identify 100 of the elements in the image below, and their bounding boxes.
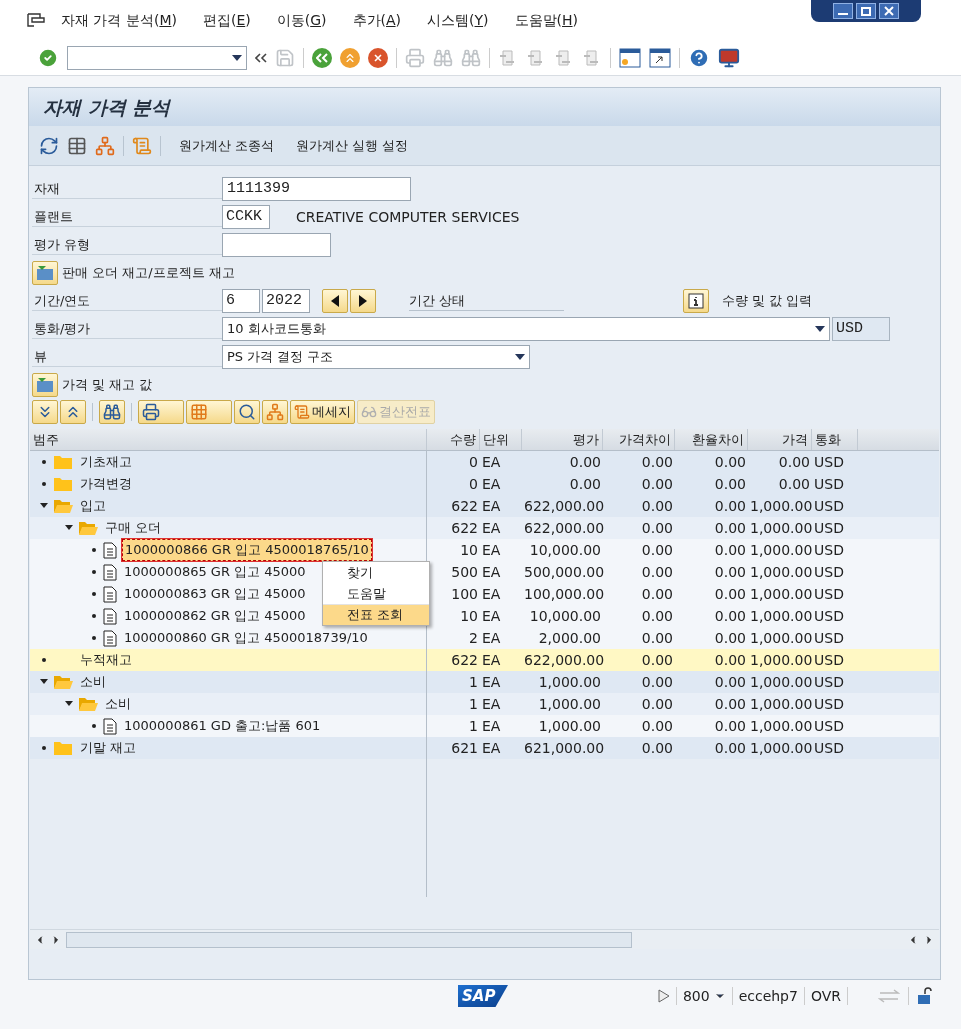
tree-node-label[interactable]: 가격변경 [78,474,134,494]
table-cell-text: 0.00 [713,650,747,670]
table-cell-text: EA [481,694,502,714]
dropdown-icon[interactable] [232,54,242,61]
tree-node-label[interactable]: 1000000862 GR 입고 45000 [122,606,308,626]
monitor-icon[interactable] [718,46,740,69]
info-button[interactable] [683,289,709,313]
details-button[interactable] [234,400,260,424]
column-header[interactable]: 평가 [522,429,603,450]
table-cell-text: 621 [450,738,479,758]
tree-node-label[interactable]: 기초재고 [78,452,134,472]
double-chevron-icon[interactable] [255,52,267,63]
material-field[interactable]: 1111399 [222,177,411,201]
table-cell-text: USD [813,518,845,538]
print-button[interactable] [138,400,184,424]
page-title: 자재 가격 분석 [43,94,171,120]
view-dropdown[interactable]: PS 가격 결정 구조 [222,345,530,369]
table-cell-text: EA [481,474,502,494]
tree-node-label[interactable]: 1000000860 GR 입고 4500018739/10 [122,628,370,648]
column-header[interactable]: 가격차이 [603,429,675,450]
expander-icon[interactable] [65,700,73,708]
table-cell-text: EA [481,672,502,692]
table-cell-text: EA [481,628,502,648]
shortcut-icon[interactable] [649,47,671,68]
grid-toolbar-button[interactable]: 메세지 [290,400,355,424]
table-cell-text: 0.00 [713,496,747,516]
expander-icon[interactable] [40,502,48,510]
tree-node-label[interactable]: 1000000863 GR 입고 45000 [122,584,308,604]
table-icon[interactable] [67,135,87,156]
year-field[interactable]: 2022 [262,289,310,313]
previous-period-button[interactable] [322,289,348,313]
context-menu-item[interactable]: 찾기 [323,562,429,583]
column-header[interactable]: 환율차이 [675,429,748,450]
table-cell-text: USD [813,540,845,560]
tree-node-label[interactable]: 입고 [78,496,108,516]
tree-node-label[interactable]: 기말 재고 [78,738,139,758]
column-header[interactable]: 통화 [812,429,858,450]
bullet-icon [42,658,46,662]
column-header[interactable]: 수량 [427,429,480,450]
period-field[interactable]: 6 [222,289,260,313]
currency-dropdown[interactable]: 10 회사코드통화 [222,317,830,341]
layout-button[interactable] [186,400,232,424]
lock-icon[interactable] [917,987,933,1005]
table-cell-text: 622,000.00 [523,650,603,670]
back-icon[interactable] [312,47,332,68]
scrollbar-thumb[interactable] [66,931,632,948]
toolbar-button[interactable]: 원가계산 실행 설정 [296,135,409,156]
minimize-icon[interactable] [833,3,853,19]
sap-logo: SAP [458,985,508,1007]
table-cell-text: 0.00 [640,474,674,494]
find-button[interactable] [99,400,125,424]
valuation-type-field[interactable] [222,233,331,257]
expand-all-button[interactable] [32,400,58,424]
tree-node-label[interactable]: 소비 [103,694,133,714]
find-icon [103,403,121,421]
column-header[interactable]: 단위 [480,429,522,450]
context-menu-item[interactable]: 전표 조회 [323,604,429,625]
menu-item[interactable]: 이동(G) [276,9,327,31]
tree-node-label[interactable]: 1000000861 GD 출고:납품 601 [122,716,323,736]
cancel-icon[interactable] [368,47,388,68]
column-header[interactable]: 가격 [748,429,812,450]
hierarchy-icon[interactable] [95,135,115,156]
bullet-icon [92,636,96,640]
table-cell-text: EA [481,518,502,538]
menu-item[interactable]: 자재 가격 분석(M) [61,9,177,31]
menu-item[interactable]: 도움말(H) [514,9,578,31]
table-cell-text: 1 [468,672,479,692]
table-cell-text: 10 [459,540,479,560]
column-header[interactable]: 범주 [30,429,427,450]
left-triangle-icon [331,295,339,307]
command-field[interactable] [67,45,247,70]
table-cell-text: 0.00 [568,474,602,494]
expand-section-button[interactable] [32,261,58,285]
collapse-all-button[interactable] [60,400,86,424]
close-icon[interactable] [879,3,899,19]
help-icon[interactable] [688,46,710,69]
expander-icon[interactable] [65,524,73,532]
menu-icon[interactable] [27,12,45,28]
enter-icon[interactable] [37,46,59,69]
tree-node-label[interactable]: 구매 오더 [103,518,164,538]
tree-node-label[interactable]: 소비 [78,672,108,692]
expand-section-button[interactable] [32,373,58,397]
refresh-icon[interactable] [39,135,59,156]
expander-icon[interactable] [40,678,48,686]
menu-item[interactable]: 시스템(Y) [427,9,489,31]
tree-node-label[interactable]: 누적재고 [78,650,134,670]
plant-field[interactable]: CCKK [222,205,270,229]
table-cell-text: USD [813,452,845,472]
context-menu-item[interactable]: 도움말 [323,583,429,604]
tree-node-label[interactable]: 1000000865 GR 입고 45000 [122,562,308,582]
maximize-icon[interactable] [856,3,876,19]
play-icon[interactable] [657,989,670,1003]
menu-item[interactable]: 편집(E) [202,9,251,31]
tree-node-label[interactable]: 1000000866 GR 입고 4500018765/10 [122,539,372,561]
new-window-icon[interactable] [619,47,641,68]
table-cell-text: 0.00 [640,716,674,736]
next-period-button[interactable] [350,289,376,313]
menu-item[interactable]: 추가(A) [352,9,402,31]
hierarchy-button[interactable] [262,400,288,424]
toolbar-button[interactable]: 원가계산 조종석 [179,135,275,156]
